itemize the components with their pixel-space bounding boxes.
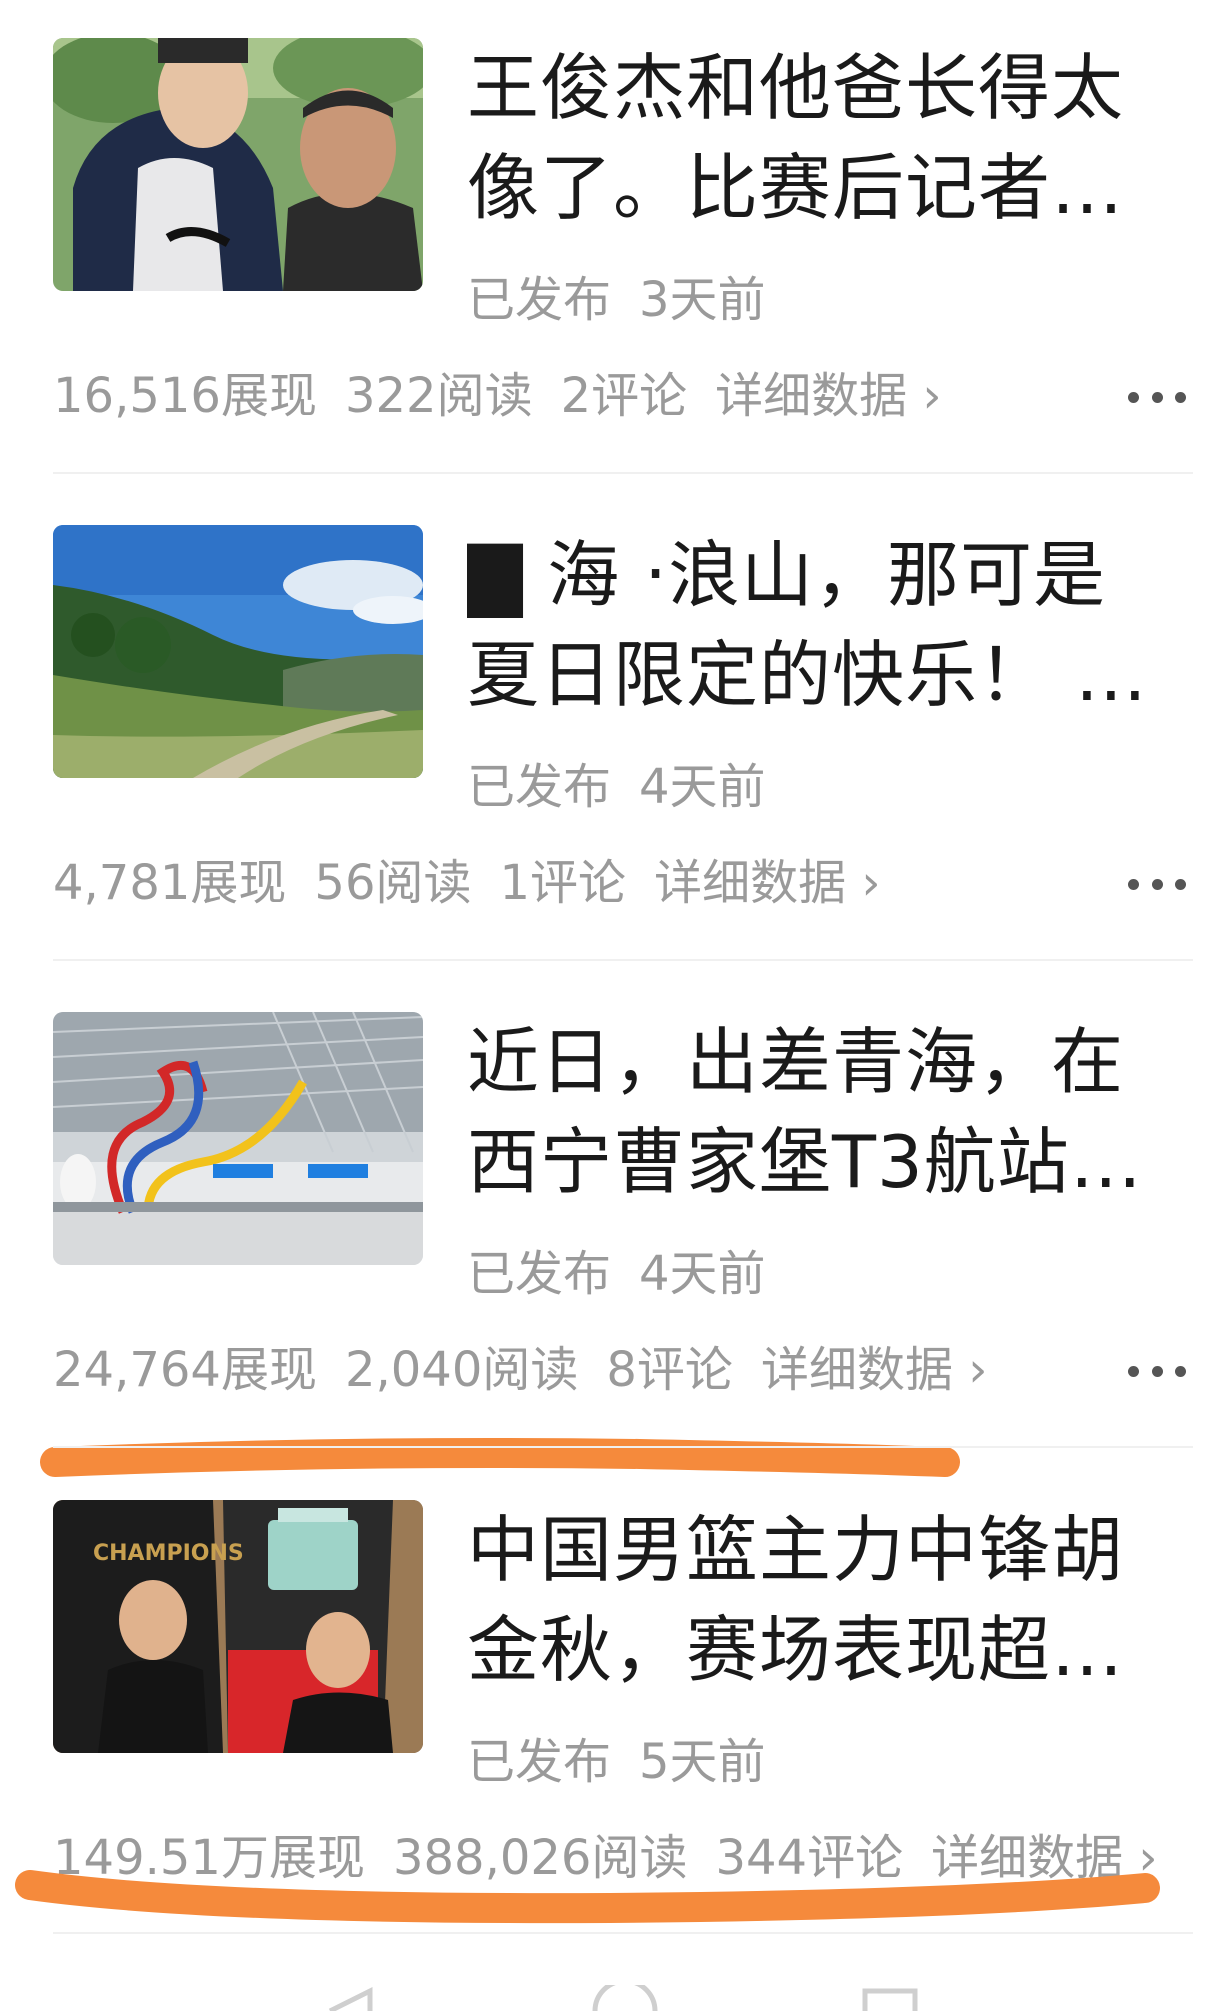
title-line: 像了。比赛后记者…	[467, 146, 1125, 230]
more-dots-icon[interactable]	[1128, 874, 1186, 894]
reads-count: 322阅读	[344, 368, 533, 424]
article-card[interactable]: ▇ 海 ‧浪山，那可是 夏日限定的快乐！ … 已发布 4天前 4,781展现 56阅…	[0, 525, 1221, 925]
comments-count: 8评论	[606, 1342, 733, 1398]
title-line: 夏日限定的快乐！ …	[467, 633, 1148, 717]
publish-status: 已发布	[467, 272, 612, 328]
publish-info: 已发布 4天前	[467, 1234, 766, 1304]
title-line: ▇ 海 ‧浪山，那可是	[467, 533, 1107, 617]
home-circle-icon[interactable]	[592, 1985, 658, 2011]
article-thumbnail[interactable]: CHAMPIONS	[53, 1500, 423, 1753]
article-stats: 16,516展现 322阅读 2评论 详细数据 ›	[53, 356, 942, 426]
highlight-underline	[15, 1870, 1160, 1924]
comments-count: 1评论	[499, 855, 627, 911]
publish-status: 已发布	[467, 759, 612, 815]
reads-count: 2,040阅读	[344, 1342, 579, 1398]
impressions-count: 24,764展现	[53, 1342, 317, 1398]
divider	[53, 959, 1193, 961]
article-thumbnail[interactable]	[53, 525, 423, 778]
title-line: 西宁曹家堡T3航站…	[467, 1120, 1143, 1204]
thumbnail-image-basketball-family: CHAMPIONS	[53, 1500, 423, 1753]
thumbnail-image-airport	[53, 1012, 423, 1265]
publish-time: 4天前	[639, 759, 766, 815]
article-title[interactable]: 近日，出差青海，在 西宁曹家堡T3航站…	[467, 1012, 1157, 1212]
publish-status: 已发布	[467, 1734, 612, 1790]
divider	[53, 1932, 1193, 1934]
thumbnail-image-father-son	[53, 38, 423, 291]
article-thumbnail[interactable]	[53, 38, 423, 291]
publish-time: 4天前	[639, 1246, 766, 1302]
article-card[interactable]: 王俊杰和他爸长得太 像了。比赛后记者… 已发布 3天前 16,516展现 322阅读…	[0, 38, 1221, 438]
highlight-underline	[40, 1438, 960, 1477]
article-title[interactable]: 中国男篮主力中锋胡 金秋，赛场表现超…	[467, 1500, 1157, 1700]
impressions-count: 4,781展现	[53, 855, 287, 911]
article-stats: 4,781展现 56阅读 1评论 详细数据 ›	[53, 843, 881, 913]
back-triangle-icon[interactable]	[328, 1986, 373, 2011]
article-card[interactable]: CHAMPIONS 中国男篮主力中锋胡 金秋，赛场表现超… 已发布 5天前 149…	[0, 1500, 1221, 1900]
more-dots-icon[interactable]	[1128, 387, 1186, 407]
article-title[interactable]: ▇ 海 ‧浪山，那可是 夏日限定的快乐！ …	[467, 525, 1157, 725]
publish-info: 已发布 3天前	[467, 260, 766, 330]
publish-time: 3天前	[639, 272, 766, 328]
svg-text:CHAMPIONS: CHAMPIONS	[93, 1541, 244, 1566]
comments-count: 2评论	[560, 368, 688, 424]
publish-info: 已发布 5天前	[467, 1722, 766, 1792]
article-stats: 24,764展现 2,040阅读 8评论 详细数据 ›	[53, 1330, 987, 1400]
article-thumbnail[interactable]	[53, 1012, 423, 1265]
divider	[53, 1446, 1193, 1448]
title-line: 近日，出差青海，在	[467, 1020, 1125, 1104]
detail-data-link[interactable]: 详细数据 ›	[654, 855, 880, 911]
article-title[interactable]: 王俊杰和他爸长得太 像了。比赛后记者…	[467, 38, 1157, 238]
recents-square-icon[interactable]	[862, 1988, 918, 2011]
system-navigation-bar	[328, 1985, 918, 2011]
detail-data-link[interactable]: 详细数据 ›	[715, 368, 941, 424]
more-dots-icon[interactable]	[1128, 1361, 1186, 1381]
impressions-count: 16,516展现	[53, 368, 317, 424]
publish-info: 已发布 4天前	[467, 747, 766, 817]
divider	[53, 472, 1193, 474]
publish-status: 已发布	[467, 1246, 612, 1302]
reads-count: 56阅读	[314, 855, 472, 911]
detail-data-link[interactable]: 详细数据 ›	[761, 1342, 987, 1398]
title-line: 金秋，赛场表现超…	[467, 1608, 1125, 1692]
title-line: 王俊杰和他爸长得太	[467, 46, 1125, 130]
title-line: 中国男篮主力中锋胡	[467, 1508, 1125, 1592]
thumbnail-image-mountain	[53, 525, 423, 778]
article-card[interactable]: 近日，出差青海，在 西宁曹家堡T3航站… 已发布 4天前 24,764展现 2,04…	[0, 1012, 1221, 1412]
publish-time: 5天前	[639, 1734, 766, 1790]
